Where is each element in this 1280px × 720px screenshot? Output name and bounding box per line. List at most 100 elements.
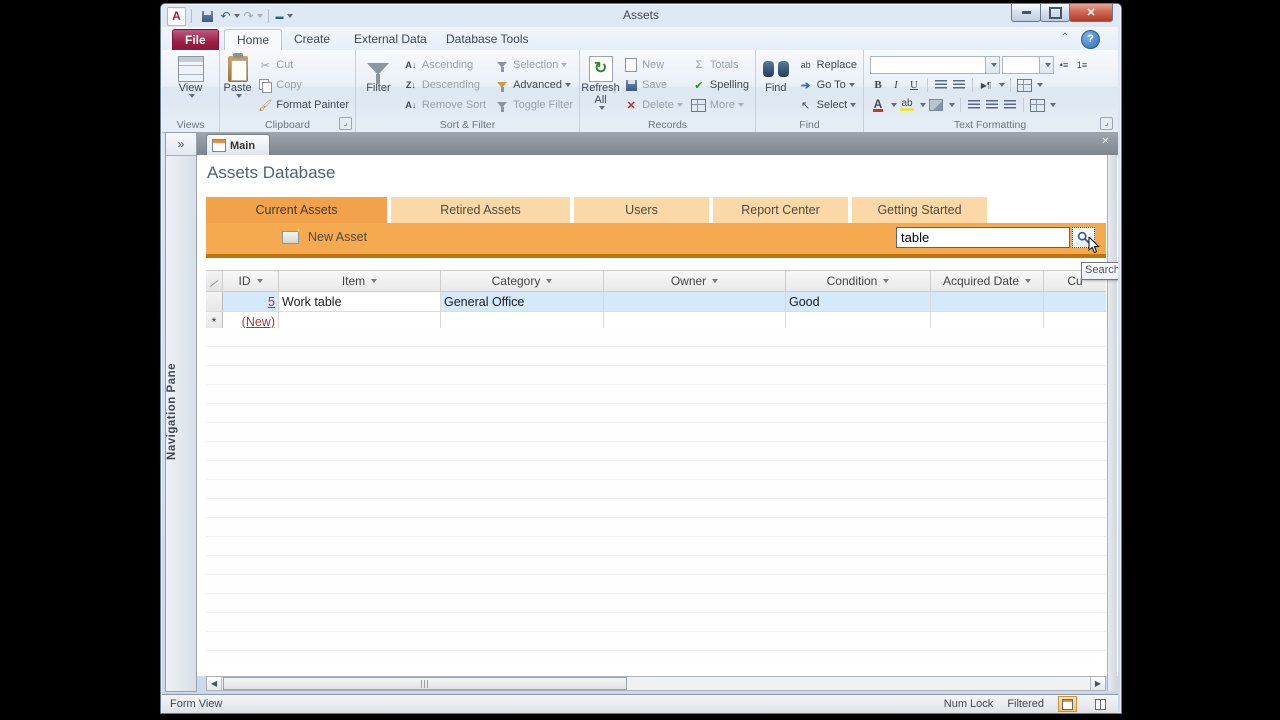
format-painter-icon: 🖌 bbox=[258, 99, 273, 112]
navigation-pane-label[interactable]: Navigation Pane bbox=[166, 363, 196, 460]
app-window: A ↶ ↷ ▬ Assets ✕ File Home Create Extern… bbox=[160, 3, 1122, 714]
document-tab-main[interactable]: Main bbox=[206, 134, 270, 156]
gridlines-icon[interactable] bbox=[1016, 77, 1032, 93]
close-button[interactable]: ✕ bbox=[1069, 4, 1113, 22]
spelling-button[interactable]: ✔ Spelling bbox=[689, 75, 755, 95]
column-header-owner[interactable]: Owner bbox=[604, 271, 786, 291]
scrollbar-thumb[interactable] bbox=[223, 677, 627, 690]
view-status: Form View bbox=[170, 698, 223, 710]
file-tab[interactable]: File bbox=[172, 29, 219, 52]
font-size-combobox[interactable] bbox=[1002, 56, 1054, 74]
toggle-filter-icon bbox=[494, 97, 510, 113]
horizontal-scrollbar[interactable]: ◀ ▶ bbox=[206, 676, 1106, 691]
underline-button[interactable]: U bbox=[906, 77, 922, 93]
num-lock-indicator: Num Lock bbox=[943, 698, 994, 710]
numbering-icon[interactable]: 1≡ bbox=[1074, 57, 1090, 73]
bullets-icon[interactable]: •≡ bbox=[1056, 57, 1072, 73]
form-view-button[interactable] bbox=[1058, 696, 1077, 712]
remove-sort-button[interactable]: A↓ Remove Sort bbox=[401, 95, 492, 115]
cell-condition[interactable]: Good bbox=[786, 292, 931, 311]
tab-users[interactable]: Users bbox=[574, 197, 709, 223]
toggle-filter-button[interactable]: Toggle Filter bbox=[492, 95, 579, 115]
cell-acquired-date[interactable] bbox=[931, 292, 1044, 311]
scroll-left-icon[interactable]: ◀ bbox=[207, 677, 222, 690]
align-right-icon[interactable] bbox=[1002, 97, 1018, 113]
document-close-icon[interactable]: ✕ bbox=[1098, 135, 1113, 149]
background-fill-icon[interactable] bbox=[928, 97, 944, 113]
column-header-category[interactable]: Category bbox=[441, 271, 604, 291]
column-header-item[interactable]: Item bbox=[279, 271, 441, 291]
filtered-indicator[interactable]: Filtered bbox=[1007, 698, 1044, 710]
alternate-row-color-icon[interactable] bbox=[1029, 97, 1045, 113]
scroll-right-icon[interactable]: ▶ bbox=[1090, 677, 1105, 690]
tab-report-center[interactable]: Report Center bbox=[713, 197, 848, 223]
totals-button[interactable]: Σ Totals bbox=[689, 55, 755, 75]
ascending-button[interactable]: A↓ Ascending bbox=[401, 55, 492, 75]
advanced-filter-icon bbox=[494, 77, 510, 93]
delete-record-button[interactable]: ✕ Delete bbox=[621, 95, 689, 115]
collapse-ribbon-icon[interactable]: ⌃ bbox=[1058, 33, 1072, 44]
maximize-button[interactable] bbox=[1040, 4, 1070, 22]
font-color-icon[interactable]: A bbox=[870, 97, 886, 113]
clipboard-dialog-launcher-icon[interactable]: ⌟ bbox=[339, 117, 352, 130]
cell-current-value[interactable] bbox=[1044, 292, 1106, 311]
ribbon-tab-strip: File Home Create External Data Database … bbox=[162, 27, 1118, 52]
bold-button[interactable]: B bbox=[870, 77, 886, 93]
vertical-scrollbar[interactable] bbox=[1107, 155, 1117, 691]
align-center-icon[interactable] bbox=[984, 97, 1000, 113]
cell-owner[interactable] bbox=[604, 292, 786, 311]
text-formatting-dialog-launcher-icon[interactable]: ⌟ bbox=[1100, 117, 1113, 130]
font-name-combobox[interactable] bbox=[870, 56, 1000, 74]
minimize-button[interactable] bbox=[1011, 4, 1041, 22]
group-label-sort-filter: Sort & Filter bbox=[439, 119, 496, 131]
column-header-acquired-date[interactable]: Acquired Date bbox=[931, 271, 1044, 291]
advanced-button[interactable]: Advanced bbox=[492, 75, 579, 95]
ribbon-group-text-formatting: •≡ 1≡ B I U ▶¶ A ab Text Formatting ⌟ bbox=[864, 50, 1116, 132]
tab-current-assets[interactable]: Current Assets bbox=[206, 197, 387, 223]
open-navigation-pane-icon[interactable]: » bbox=[166, 133, 196, 156]
new-record-button[interactable]: New bbox=[621, 55, 689, 75]
align-left-icon[interactable] bbox=[966, 97, 982, 113]
datasheet-view-button[interactable] bbox=[1091, 696, 1110, 712]
new-record-icon bbox=[623, 57, 639, 73]
window-title: Assets bbox=[622, 8, 659, 22]
column-header-condition[interactable]: Condition bbox=[786, 271, 931, 291]
select-button[interactable]: ↖ Select bbox=[796, 95, 863, 115]
format-painter-button[interactable]: 🖌 Format Painter bbox=[255, 95, 355, 115]
header-row: ID Item Category Owner Condition Acquire… bbox=[206, 270, 1106, 292]
highlight-color-icon[interactable]: ab bbox=[899, 97, 915, 113]
select-cursor-icon: ↖ bbox=[801, 99, 811, 112]
cut-button[interactable]: ✂ Cut bbox=[255, 55, 355, 75]
toolbar-band: New Asset bbox=[206, 223, 1106, 254]
increase-indent-icon[interactable] bbox=[951, 77, 967, 93]
text-direction-icon[interactable]: ▶¶ bbox=[978, 77, 994, 93]
decrease-indent-icon[interactable] bbox=[933, 77, 949, 93]
italic-button[interactable]: I bbox=[888, 77, 904, 93]
save-record-button[interactable]: Save bbox=[621, 75, 689, 95]
group-label-text-formatting: Text Formatting bbox=[953, 119, 1027, 131]
tab-home[interactable]: Home bbox=[224, 29, 283, 51]
search-input[interactable] bbox=[896, 227, 1070, 248]
replace-button[interactable]: ab Replace bbox=[796, 55, 863, 75]
record-selector[interactable] bbox=[206, 292, 223, 311]
tab-external-data[interactable]: External Data bbox=[342, 29, 439, 50]
descending-button[interactable]: Z↓ Descending bbox=[401, 75, 492, 95]
tab-create[interactable]: Create bbox=[282, 29, 342, 50]
column-header-id[interactable]: ID bbox=[223, 271, 279, 291]
copy-button[interactable]: Copy bbox=[255, 75, 355, 95]
page-title: Assets Database bbox=[207, 163, 336, 182]
cell-id[interactable]: 5 bbox=[223, 292, 279, 311]
new-asset-button[interactable]: New Asset bbox=[282, 230, 367, 244]
cell-category[interactable]: General Office bbox=[441, 292, 604, 311]
datasheet-corner[interactable] bbox=[206, 271, 223, 291]
more-button[interactable]: More bbox=[689, 95, 755, 115]
tab-database-tools[interactable]: Database Tools bbox=[434, 29, 541, 50]
tab-getting-started[interactable]: Getting Started bbox=[852, 197, 987, 223]
title-bar: A ↶ ↷ ▬ Assets ✕ bbox=[161, 4, 1121, 27]
goto-button[interactable]: ➔ Go To bbox=[796, 75, 863, 95]
tab-retired-assets[interactable]: Retired Assets bbox=[391, 197, 570, 223]
selection-button[interactable]: Selection bbox=[492, 55, 579, 75]
cell-item[interactable]: Work table bbox=[279, 292, 441, 311]
view-button[interactable]: View bbox=[168, 52, 214, 98]
help-icon[interactable]: ? bbox=[1081, 30, 1100, 49]
